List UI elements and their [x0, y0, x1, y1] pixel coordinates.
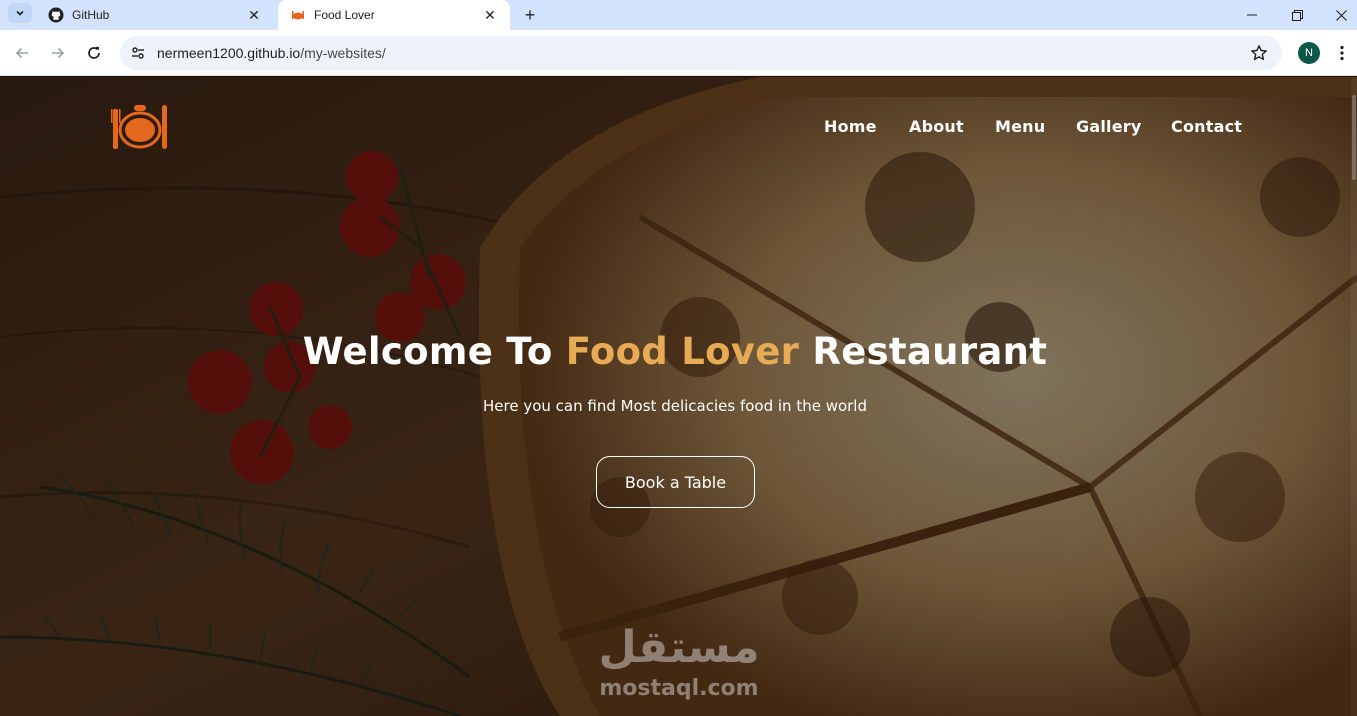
restore-icon	[1291, 9, 1303, 21]
address-bar[interactable]: nermeen1200.github.io/my-websites/	[120, 36, 1282, 70]
browser-tab-strip: GitHub ✕ Food Lover ✕ +	[0, 0, 1357, 30]
close-icon	[1335, 9, 1347, 21]
bookmark-star-icon[interactable]	[1250, 44, 1268, 62]
nav-contact[interactable]: Contact	[1171, 117, 1242, 136]
chevron-down-icon	[16, 10, 24, 16]
forward-button[interactable]	[44, 39, 72, 67]
url-text: nermeen1200.github.io/my-websites/	[157, 45, 386, 61]
food-lover-favicon	[290, 7, 306, 23]
site-settings-icon[interactable]	[128, 43, 148, 63]
restore-button[interactable]	[1274, 0, 1320, 30]
arrow-left-icon	[15, 47, 28, 59]
hero-title-accent: Food Lover	[565, 330, 800, 373]
hero-title: Welcome To Food Lover Restaurant	[0, 330, 1350, 373]
hero-subtitle: Here you can find Most delicacies food i…	[482, 397, 868, 415]
page-scrollbar[interactable]	[1351, 77, 1357, 716]
github-icon	[48, 7, 64, 23]
watermark-latin: mostaql.com	[599, 676, 759, 701]
window-close-button[interactable]	[1318, 0, 1357, 30]
hero-title-after: Restaurant	[799, 330, 1048, 373]
nav-gallery[interactable]: Gallery	[1076, 117, 1141, 136]
minimize-icon	[1247, 14, 1257, 16]
minimize-button[interactable]	[1229, 0, 1275, 30]
arrow-right-icon	[52, 47, 65, 59]
watermark-arabic: مستقل	[598, 622, 760, 673]
tab-food-lover[interactable]: Food Lover ✕	[278, 0, 510, 30]
new-tab-button[interactable]: +	[519, 4, 541, 26]
main-nav: Home About Menu Gallery Contact	[0, 117, 1357, 139]
page-viewport: Home About Menu Gallery Contact Welcome …	[0, 77, 1357, 716]
reload-icon	[88, 46, 100, 59]
browser-toolbar: nermeen1200.github.io/my-websites/ N	[0, 30, 1357, 76]
nav-home[interactable]: Home	[824, 117, 877, 136]
nav-about[interactable]: About	[909, 117, 964, 136]
url-path: /my-websites/	[300, 45, 386, 61]
reload-button[interactable]	[80, 39, 108, 67]
url-host: nermeen1200.github.io	[157, 45, 301, 61]
tab-github[interactable]: GitHub ✕	[36, 0, 274, 30]
browser-menu-button[interactable]	[1334, 42, 1350, 64]
profile-avatar[interactable]: N	[1298, 42, 1320, 64]
tab-title: GitHub	[72, 8, 110, 22]
close-icon[interactable]: ✕	[482, 7, 498, 23]
nav-menu[interactable]: Menu	[995, 117, 1045, 136]
mostaql-watermark: مستقل mostaql.com	[594, 622, 764, 712]
tab-title: Food Lover	[314, 8, 375, 22]
book-table-button[interactable]: Book a Table	[596, 456, 755, 508]
hero-title-before: Welcome To	[302, 330, 566, 373]
tab-search-button[interactable]	[8, 3, 32, 23]
back-button[interactable]	[8, 39, 36, 67]
more-vert-icon	[1340, 45, 1344, 61]
close-icon[interactable]: ✕	[246, 7, 262, 23]
